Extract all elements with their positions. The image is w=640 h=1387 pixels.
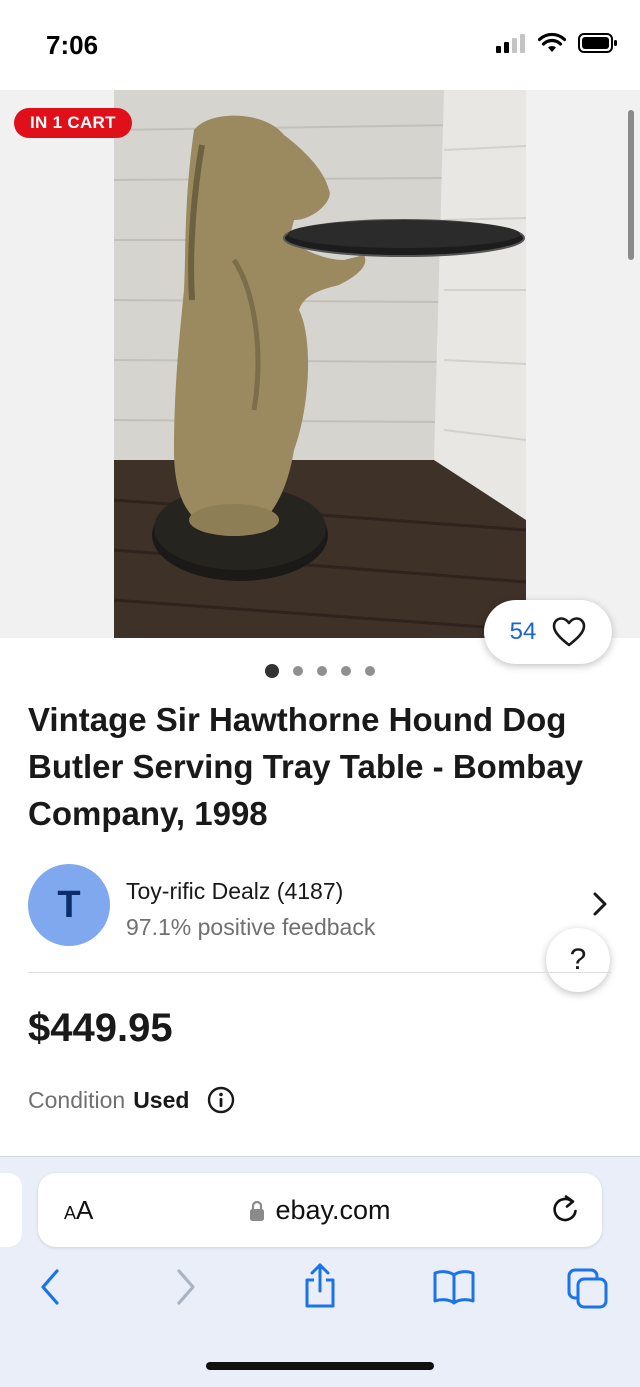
reload-icon[interactable] [550,1193,580,1225]
condition-value: Used [133,1086,190,1113]
seller-avatar: T [28,864,110,946]
info-icon[interactable] [207,1086,235,1114]
tabs-icon[interactable] [566,1267,610,1311]
image-gallery[interactable]: IN 1 CART [0,90,640,638]
listing-title: Vintage Sir Hawthorne Hound Dog Butler S… [28,701,584,832]
back-icon[interactable] [38,1267,62,1307]
home-indicator[interactable] [206,1362,434,1370]
price: $449.95 [28,1006,173,1050]
status-time: 7:06 [46,30,99,60]
pagination-dot-1[interactable] [265,664,279,678]
scroll-indicator[interactable] [628,110,634,260]
divider [28,972,612,973]
condition-label: Condition [28,1086,126,1113]
url-text: ebay.com [275,1195,391,1225]
chevron-right-icon [593,892,607,916]
watch-count: 54 [509,618,537,645]
seller-name: Toy-rific Dealz (4187) [126,878,344,904]
product-photo[interactable] [114,90,526,638]
status-icons [496,32,618,54]
browser-bar: AA ebay.com [0,1156,640,1387]
help-button[interactable]: ? [546,928,610,992]
seller-feedback: 97.1% positive feedback [126,914,376,940]
pagination-dot-3[interactable] [317,666,327,676]
previous-tab-peek[interactable] [0,1173,22,1247]
browser-toolbar [0,1263,640,1321]
image-pagination[interactable] [0,664,640,678]
battery-icon [578,33,617,53]
in-cart-badge: IN 1 CART [14,108,132,138]
pagination-dot-2[interactable] [293,666,303,676]
status-bar: 7:06 [0,0,640,90]
lock-icon [250,1200,265,1221]
wifi-icon [538,32,566,52]
url-display[interactable]: ebay.com [38,1195,602,1226]
share-icon[interactable] [302,1261,338,1309]
address-bar[interactable]: AA ebay.com [38,1173,602,1247]
condition-row: Condition Used [28,1086,235,1114]
pagination-dot-5[interactable] [365,666,375,676]
pagination-dot-4[interactable] [341,666,351,676]
watch-button[interactable]: 54 [484,600,612,664]
cellular-signal-icon [496,34,525,53]
seller-row[interactable]: T Toy-rific Dealz (4187) 97.1% positive … [28,864,628,948]
bookmarks-icon[interactable] [432,1267,476,1307]
heart-icon [553,617,586,647]
forward-icon[interactable] [174,1267,198,1307]
